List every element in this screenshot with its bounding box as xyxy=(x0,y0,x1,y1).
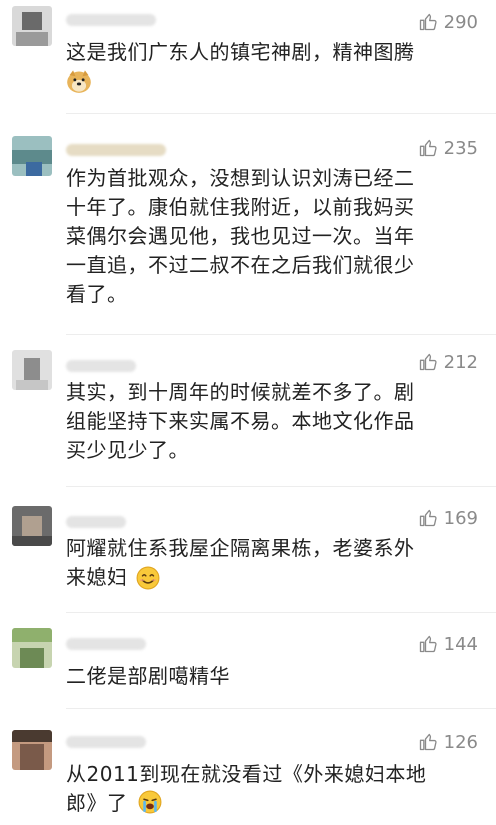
thumbs-up-icon xyxy=(419,635,437,653)
avatar[interactable] xyxy=(12,136,52,176)
comment-body: 其实，到十周年的时候就差不多了。剧 组能坚持下来实属不易。本地文化作品 买少见少… xyxy=(66,380,415,462)
comment-text: 阿耀就住系我屋企隔离果栋，老婆系外 来媳妇 xyxy=(66,534,461,592)
thumbs-up-icon xyxy=(419,353,437,371)
like-button[interactable]: 212 xyxy=(418,350,478,374)
comment-list: 290 这是我们广东人的镇宅神剧，精神图腾 235 作为首批观众，没想到认识刘涛… xyxy=(0,0,496,825)
comment-text: 作为首批观众，没想到认识刘涛已经二 十年了。康伯就住我附近，以前我妈买 菜偶尔会… xyxy=(66,164,461,309)
like-count: 212 xyxy=(443,351,478,373)
divider xyxy=(66,612,496,613)
thumbs-up-icon xyxy=(419,13,437,31)
divider xyxy=(66,486,496,487)
avatar-tile xyxy=(16,32,48,46)
avatar[interactable] xyxy=(12,628,52,668)
username[interactable] xyxy=(66,144,166,156)
avatar-tile xyxy=(12,730,52,742)
avatar-tile xyxy=(20,744,44,770)
avatar-tile xyxy=(26,162,42,176)
username[interactable] xyxy=(66,360,136,372)
like-count: 144 xyxy=(443,633,478,655)
comment-body: 阿耀就住系我屋企隔离果栋，老婆系外 来媳妇 xyxy=(66,536,415,589)
avatar-tile xyxy=(12,536,52,546)
like-count: 169 xyxy=(443,507,478,529)
avatar[interactable] xyxy=(12,350,52,390)
like-button[interactable]: 169 xyxy=(418,506,478,530)
divider xyxy=(66,113,496,114)
avatar[interactable] xyxy=(12,6,52,46)
like-button[interactable]: 144 xyxy=(418,632,478,656)
avatar-tile xyxy=(22,516,42,538)
like-button[interactable]: 126 xyxy=(418,730,478,754)
like-count: 126 xyxy=(443,731,478,753)
avatar-tile xyxy=(20,648,44,668)
like-button[interactable]: 290 xyxy=(418,10,478,34)
thumbs-up-icon xyxy=(419,733,437,751)
avatar[interactable] xyxy=(12,506,52,546)
comment-body: 从2011到现在就没看过《外来媳妇本地 郎》了 xyxy=(66,762,427,815)
divider xyxy=(66,334,496,335)
doge-emoji xyxy=(66,68,92,94)
username[interactable] xyxy=(66,14,156,26)
cry-emoji xyxy=(138,790,162,814)
username[interactable] xyxy=(66,516,126,528)
thumbs-up-icon xyxy=(419,509,437,527)
like-count: 235 xyxy=(443,137,478,159)
like-button[interactable]: 235 xyxy=(418,136,478,160)
avatar-tile xyxy=(12,628,52,642)
smile-emoji xyxy=(136,566,160,590)
comment-body: 这是我们广东人的镇宅神剧，精神图腾 xyxy=(66,40,415,64)
comment-text: 其实，到十周年的时候就差不多了。剧 组能坚持下来实属不易。本地文化作品 买少见少… xyxy=(66,378,461,465)
comment-body: 作为首批观众，没想到认识刘涛已经二 十年了。康伯就住我附近，以前我妈买 菜偶尔会… xyxy=(66,166,415,306)
like-count: 290 xyxy=(443,11,478,33)
comment-text: 二佬是部剧噶精华 xyxy=(66,662,461,691)
comment-text: 从2011到现在就没看过《外来媳妇本地 郎》了 xyxy=(66,760,461,818)
username[interactable] xyxy=(66,638,146,650)
username[interactable] xyxy=(66,736,146,748)
divider xyxy=(66,708,496,709)
avatar-tile xyxy=(22,12,42,30)
thumbs-up-icon xyxy=(419,139,437,157)
avatar-tile xyxy=(16,380,48,390)
avatar[interactable] xyxy=(12,730,52,770)
comment-text: 这是我们广东人的镇宅神剧，精神图腾 xyxy=(66,38,461,67)
comment-body: 二佬是部剧噶精华 xyxy=(66,664,230,688)
